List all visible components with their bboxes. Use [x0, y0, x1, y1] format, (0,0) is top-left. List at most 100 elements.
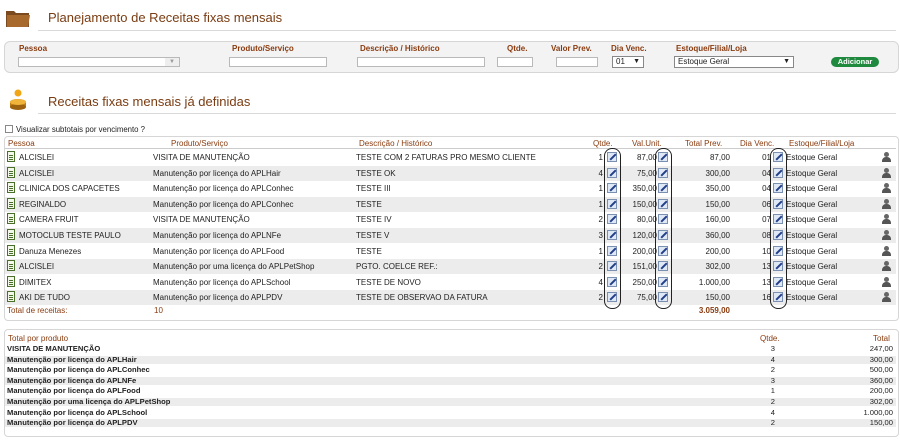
cell-dia-venc: 13	[762, 262, 771, 272]
cell-descricao: TESTE OK	[356, 168, 396, 178]
cell-produto: Manutenção por uma licença do APLPetShop	[153, 262, 315, 272]
cell-qtde: 1	[598, 246, 603, 256]
user-icon[interactable]	[882, 261, 891, 272]
summary-qtde: 4	[770, 354, 775, 364]
cell-dia-venc: 07	[762, 215, 771, 225]
col-pessoa: Pessoa	[8, 139, 35, 148]
cell-dia-venc: 01	[762, 153, 771, 162]
cell-dia-venc: 16	[762, 293, 771, 303]
label-estoque: Estoque/Filial/Loja	[676, 44, 747, 53]
summary-produto: Manutenção por licença do APLConhec	[7, 365, 150, 375]
cell-total: 300,00	[705, 168, 730, 178]
document-icon[interactable]	[7, 229, 15, 240]
cell-total: 150,00	[705, 199, 730, 209]
user-icon[interactable]	[882, 230, 891, 241]
document-icon[interactable]	[7, 166, 15, 178]
user-icon[interactable]	[882, 292, 891, 303]
document-icon[interactable]	[7, 182, 15, 194]
estoque-value: Estoque Geral	[678, 57, 730, 66]
summary-row: Manutenção por licença do APLSchool 4 1.00…	[5, 407, 896, 417]
document-icon[interactable]	[7, 244, 15, 256]
cell-val-unit: 80,00	[636, 215, 657, 225]
cell-total: 150,00	[705, 293, 730, 303]
cell-pessoa: ALCISLEI	[19, 262, 55, 272]
label-pessoa: Pessoa	[19, 44, 48, 53]
descricao-input[interactable]	[357, 57, 485, 67]
produto-input[interactable]	[229, 57, 327, 67]
chevron-down-icon[interactable]: ▼	[165, 58, 179, 66]
cell-estoque: Estoque Geral	[786, 153, 838, 162]
user-icon[interactable]	[882, 214, 891, 225]
user-icon[interactable]	[882, 167, 891, 179]
user-icon[interactable]	[882, 276, 891, 288]
user-icon[interactable]	[882, 245, 891, 257]
summary-col-qtde: Qtde.	[760, 334, 780, 343]
cell-descricao: PGTO. COELCE REF.:	[356, 262, 438, 272]
col-val-unit: Val.Unit.	[632, 139, 662, 148]
subtotal-checkbox[interactable]	[5, 125, 13, 133]
document-icon[interactable]	[7, 260, 15, 272]
summary-produto: Manutenção por licença do APLPDV	[7, 418, 138, 428]
cell-qtde: 4	[598, 277, 603, 287]
document-icon[interactable]	[7, 291, 15, 303]
document-icon[interactable]	[7, 197, 15, 209]
col-total-prev: Total Prev.	[685, 139, 723, 148]
table-row: AKI DE TUDO Manutenção por licença do APL…	[5, 290, 896, 306]
cell-val-unit: 151,00	[632, 262, 657, 272]
cell-descricao: TESTE DE NOVO	[356, 277, 421, 287]
summary-total: 302,00	[869, 397, 893, 406]
summary-col-produto: Total por produto	[8, 334, 69, 343]
cell-total: 302,00	[705, 262, 730, 272]
cell-dia-venc: 06	[762, 199, 771, 209]
cell-pessoa: CLINICA DOS CAPACETES	[19, 184, 120, 194]
cell-produto: VISITA DE MANUTENÇÃO	[153, 153, 250, 162]
cell-pessoa: AKI DE TUDO	[19, 293, 70, 303]
qtde-input[interactable]	[497, 57, 533, 67]
summary-qtde: 2	[770, 397, 775, 406]
estoque-select[interactable]: Estoque Geral ▼	[674, 56, 794, 68]
label-descricao: Descrição / Histórico	[360, 44, 440, 53]
cell-total: 200,00	[705, 246, 730, 256]
summary-row: Manutenção por uma licença do APLPetShop…	[5, 398, 896, 406]
total-receitas-count: 10	[154, 306, 163, 315]
cell-total: 350,00	[705, 184, 730, 194]
summary-total: 500,00	[869, 365, 893, 375]
user-icon[interactable]	[882, 152, 891, 163]
summary-qtde: 2	[770, 365, 775, 375]
cell-qtde: 2	[598, 293, 603, 303]
table-row: CAMERA FRUIT VISITA DE MANUTENÇÃO TESTE IV…	[5, 212, 896, 227]
document-icon[interactable]	[7, 275, 15, 287]
divider	[5, 148, 896, 149]
user-icon[interactable]	[882, 198, 891, 210]
cell-descricao: TESTE IV	[356, 215, 392, 225]
user-icon[interactable]	[882, 183, 891, 194]
cell-estoque: Estoque Geral	[786, 262, 838, 272]
cell-descricao: TESTE III	[356, 184, 391, 194]
total-receitas-value: 3.059,00	[698, 306, 730, 315]
cell-pessoa: MOTOCLUB TESTE PAULO	[19, 231, 121, 240]
document-icon[interactable]	[7, 213, 15, 225]
add-button[interactable]: Adicionar	[831, 57, 879, 67]
summary-total: 1.000,00	[863, 407, 893, 417]
cell-dia-venc: 04	[762, 184, 771, 194]
dia-venc-select[interactable]: 01 ▼	[612, 56, 644, 68]
cell-produto: Manutenção por licença do APLSchool	[153, 277, 291, 287]
cell-val-unit: 75,00	[636, 168, 657, 178]
table-row: ALCISLEI Manutenção por uma licença do AP…	[5, 259, 896, 275]
cell-val-unit: 87,00	[636, 153, 657, 162]
document-icon[interactable]	[7, 151, 15, 162]
valor-prev-input[interactable]	[556, 57, 598, 67]
cell-dia-venc: 13	[762, 277, 771, 287]
col-qtde: Qtde.	[593, 139, 613, 148]
cell-total: 1.000,00	[698, 277, 730, 287]
chevron-down-icon: ▼	[783, 58, 790, 65]
summary-row: Manutenção por licença do APLConhec 2 500,…	[5, 366, 896, 374]
cell-descricao: TESTE	[356, 246, 382, 256]
cell-qtde: 1	[598, 153, 603, 162]
divider	[38, 113, 896, 114]
cell-total: 160,00	[705, 215, 730, 225]
pessoa-input[interactable]	[18, 57, 180, 67]
summary-row: Manutenção por licença do APLPDV 2 150,00	[5, 418, 896, 428]
cell-total: 360,00	[705, 231, 730, 240]
cell-descricao: TESTE DE OBSERVAO DA FATURA	[356, 293, 488, 303]
